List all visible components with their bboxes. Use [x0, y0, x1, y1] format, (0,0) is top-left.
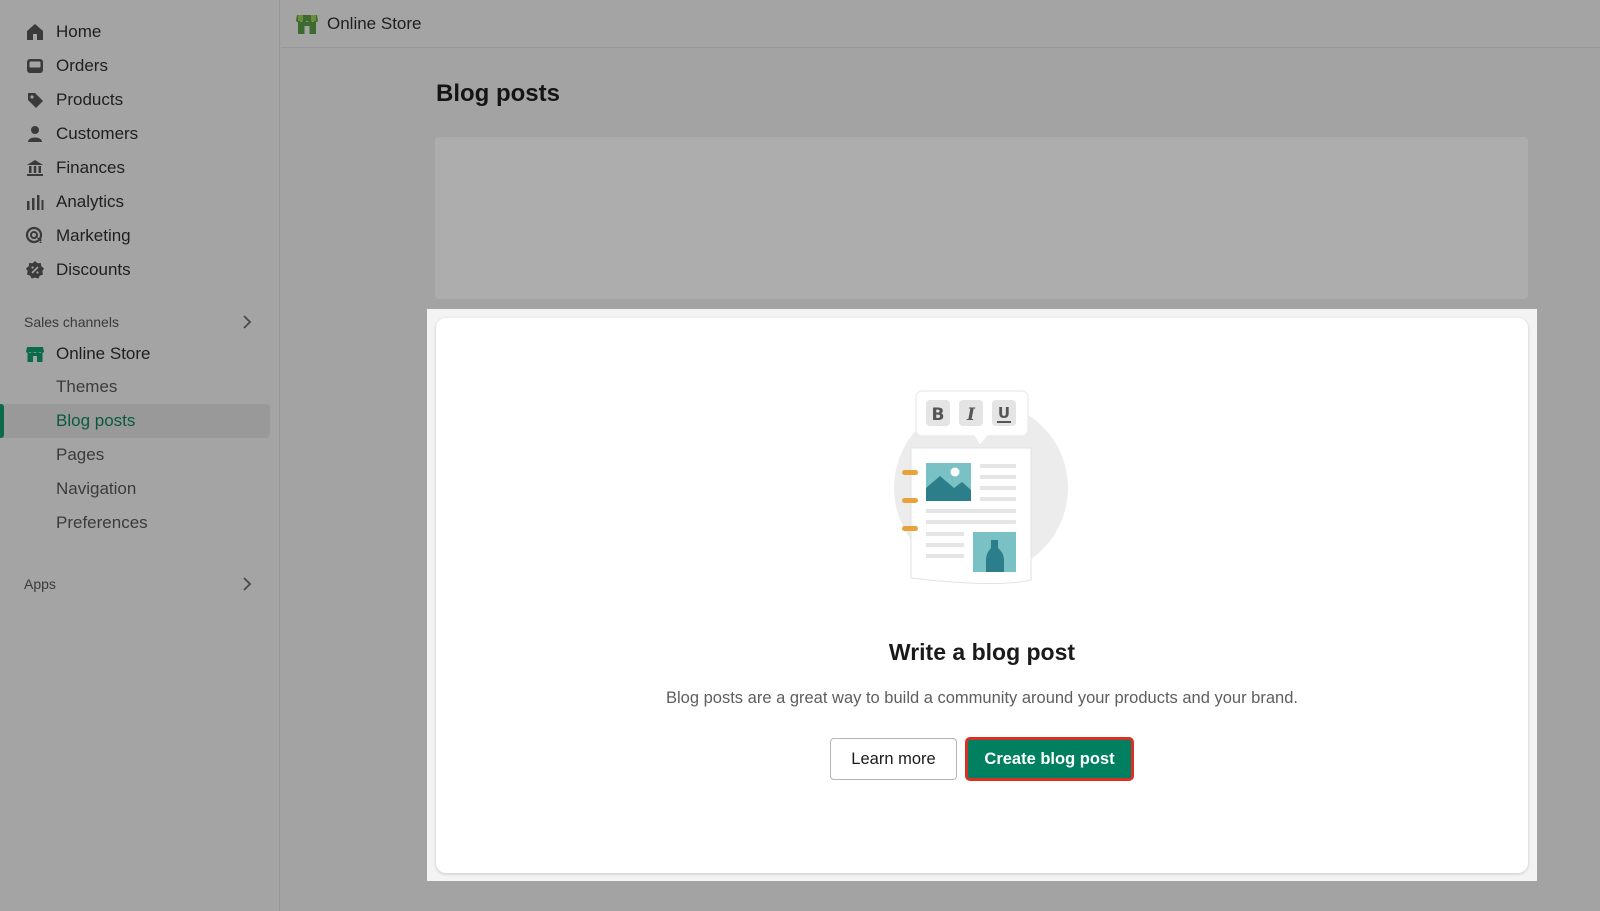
top-bar-title: Online Store [327, 14, 422, 33]
sidebar-item-label: Home [56, 22, 102, 41]
apps-header[interactable]: Apps [24, 574, 256, 594]
sidebar-item-label: Online Store [56, 344, 151, 363]
sidebar-item-label: Themes [56, 377, 118, 396]
sidebar-subitem-pages[interactable]: Pages [0, 438, 270, 472]
loading-placeholder-card [435, 137, 1528, 299]
store-icon [24, 343, 46, 365]
bold-glyph: B [932, 405, 945, 425]
sales-channels-header[interactable]: Sales channels [24, 312, 256, 332]
learn-more-button[interactable]: Learn more [830, 738, 957, 780]
sales-channels-label: Sales channels [24, 314, 119, 330]
chevron-right-icon[interactable] [238, 313, 256, 331]
underline-glyph: U [998, 404, 1010, 422]
inbox-icon [24, 55, 46, 77]
sidebar-item-orders[interactable]: Orders [0, 49, 270, 83]
apps-label: Apps [24, 576, 56, 592]
blog-post-illustration: B I U [876, 388, 1086, 591]
sidebar-item-label: Products [56, 90, 124, 109]
discount-icon [24, 259, 46, 281]
sidebar-item-products[interactable]: Products [0, 83, 270, 117]
sidebar-subitem-blog-posts[interactable]: Blog posts [0, 404, 270, 438]
bar-chart-icon [24, 191, 46, 213]
bank-icon [24, 157, 46, 179]
sidebar-item-label: Preferences [56, 513, 148, 532]
sidebar-item-customers[interactable]: Customers [0, 117, 270, 151]
sidebar-item-label: Navigation [56, 479, 137, 498]
sidebar-item-label: Finances [56, 158, 125, 177]
sidebar-item-online-store[interactable]: Online Store [0, 337, 270, 371]
empty-state-card: B I U Write a blog post Blog posts are a… [436, 318, 1528, 873]
person-icon [24, 123, 46, 145]
sidebar-subitem-navigation[interactable]: Navigation [0, 472, 270, 506]
home-icon [24, 21, 46, 43]
chevron-right-icon[interactable] [238, 575, 256, 593]
tag-icon [24, 89, 46, 111]
sidebar-item-marketing[interactable]: Marketing [0, 219, 270, 253]
target-icon [24, 225, 46, 247]
italic-glyph: I [966, 405, 976, 425]
sidebar-item-label: Analytics [56, 192, 125, 211]
sidebar-item-analytics[interactable]: Analytics [0, 185, 270, 219]
sidebar-item-label: Pages [56, 445, 105, 464]
sidebar-item-discounts[interactable]: Discounts [0, 253, 270, 287]
sidebar-subitem-themes[interactable]: Themes [0, 370, 270, 404]
sidebar-item-label: Customers [56, 124, 139, 143]
empty-state-description: Blog posts are a great way to build a co… [666, 689, 1298, 707]
create-blog-post-button[interactable]: Create blog post [966, 738, 1133, 780]
sidebar-item-label: Discounts [56, 260, 131, 279]
store-icon [295, 12, 319, 36]
sidebar-subitem-preferences[interactable]: Preferences [0, 506, 270, 540]
sidebar-item-finances[interactable]: Finances [0, 151, 270, 185]
sidebar-item-label: Blog posts [56, 411, 136, 430]
empty-state-title: Write a blog post [888, 639, 1076, 665]
sidebar-item-label: Orders [56, 56, 108, 75]
sidebar-item-home[interactable]: Home [0, 15, 270, 49]
sidebar: Home Orders Products Customers Finances … [0, 0, 280, 911]
top-bar: Online Store [281, 0, 1600, 48]
sidebar-item-label: Marketing [56, 226, 131, 245]
page-title: Blog posts [436, 80, 560, 107]
